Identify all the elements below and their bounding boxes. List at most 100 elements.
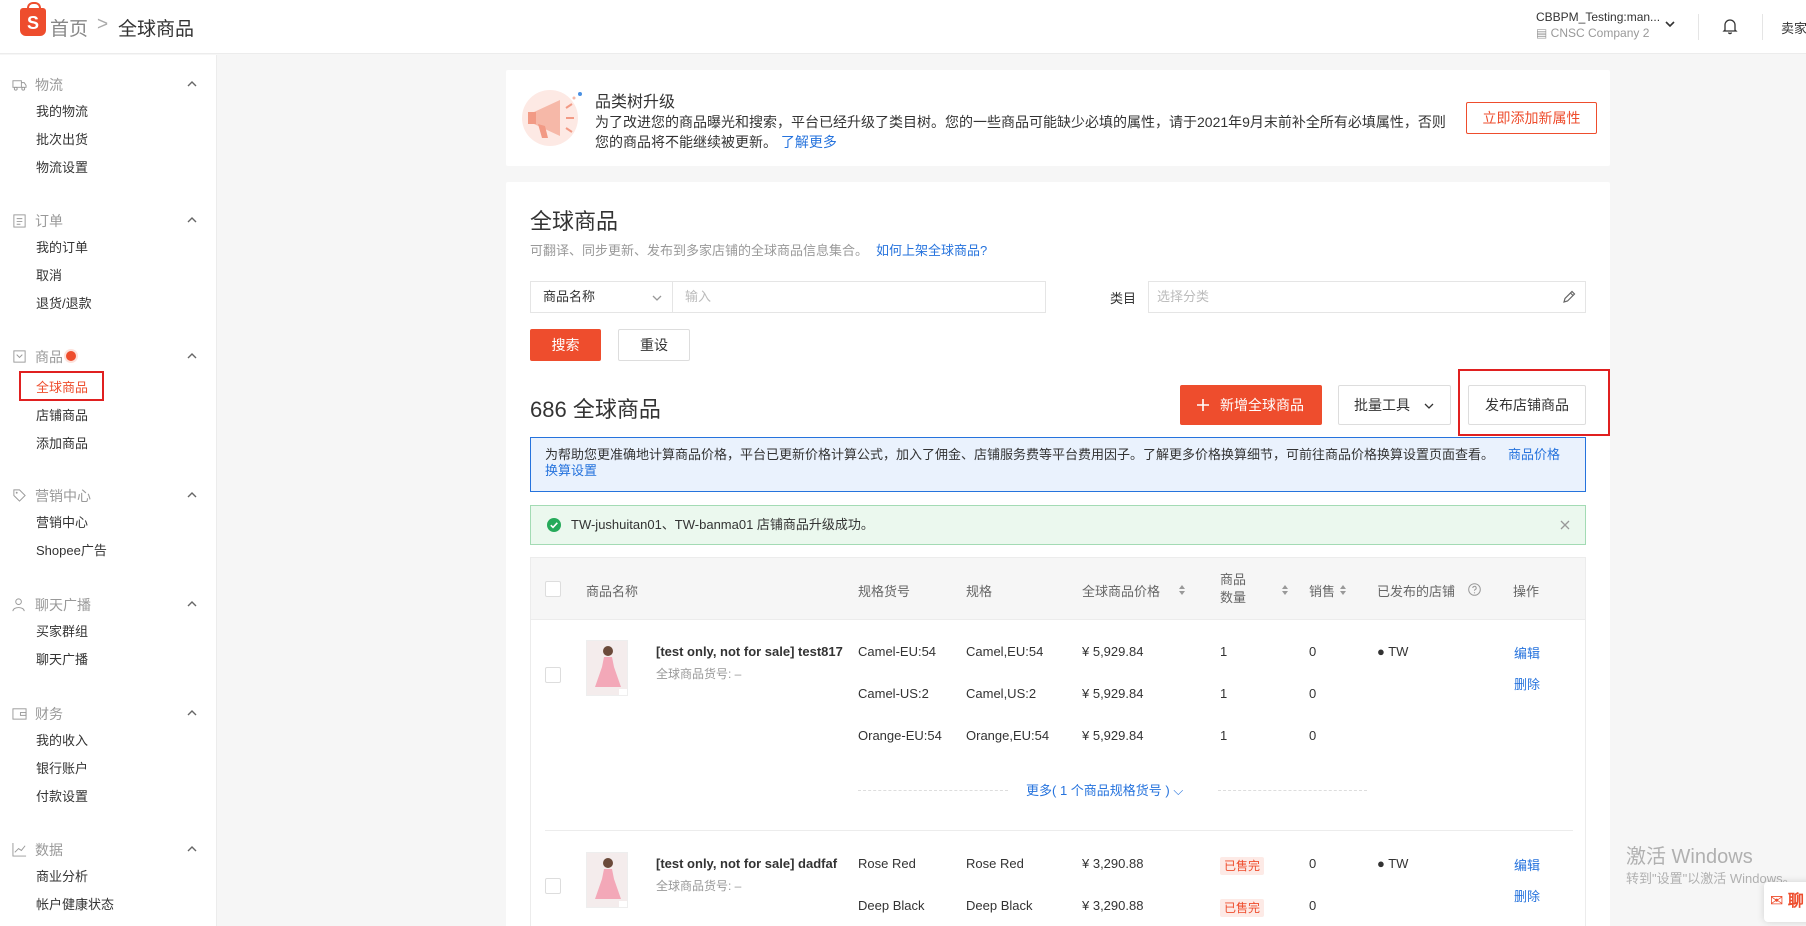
sidebar-item-shop-products[interactable]: 店铺商品: [36, 405, 88, 424]
col-sales[interactable]: 销售: [1309, 581, 1335, 600]
bell-icon[interactable]: [1720, 16, 1740, 36]
chevron-up-icon[interactable]: [186, 598, 198, 610]
breadcrumb-separator: >: [97, 14, 109, 35]
category-picker[interactable]: 选择分类: [1148, 281, 1586, 313]
seller-menu[interactable]: 卖家: [1781, 18, 1806, 37]
chevron-up-icon[interactable]: [186, 78, 198, 90]
add-attributes-button[interactable]: 立即添加新属性: [1466, 102, 1597, 134]
edit-link[interactable]: 编辑: [1514, 643, 1540, 662]
product-name[interactable]: [test only, not for sale] dadfaf: [656, 856, 837, 871]
account-switcher[interactable]: CBBPM_Testing:man... ▤ CNSC Company 2: [1536, 10, 1666, 40]
reset-button[interactable]: 重设: [618, 329, 690, 361]
col-published-shops: 已发布的店铺: [1377, 584, 1456, 599]
product-thumbnail[interactable]: [586, 852, 628, 908]
chevron-up-icon[interactable]: [186, 214, 198, 226]
publish-button-highlight: [1458, 369, 1610, 436]
sidebar-section-header[interactable]: 营销中心: [0, 483, 216, 507]
sidebar-item-buyer-groups[interactable]: 买家群组: [36, 621, 88, 640]
row-checkbox[interactable]: [545, 667, 561, 683]
sidebar-item-returns[interactable]: 退货/退款: [36, 293, 92, 312]
delete-link[interactable]: 删除: [1514, 674, 1540, 693]
search-button[interactable]: 搜索: [530, 329, 601, 361]
clipboard-icon: [13, 214, 26, 228]
show-more-variants-link[interactable]: 更多( 1 个商品规格货号 ) ⌵: [1026, 780, 1183, 799]
chevron-up-icon[interactable]: [186, 350, 198, 362]
sidebar-section-header[interactable]: 商品: [0, 344, 216, 368]
sort-icon[interactable]: [1339, 584, 1347, 596]
windows-activation-title: 激活 Windows: [1626, 846, 1753, 868]
search-field-select[interactable]: 商品名称: [530, 281, 672, 313]
sidebar-item-my-income[interactable]: 我的收入: [36, 730, 88, 749]
chevron-up-icon[interactable]: [186, 489, 198, 501]
sidebar-section-finance: 财务 我的收入 银行账户 付款设置: [0, 701, 216, 804]
bullet-icon: ●: [1377, 644, 1389, 659]
product-name[interactable]: [test only, not for sale] test817: [656, 644, 843, 659]
sidebar-section-header[interactable]: 物流: [0, 72, 216, 96]
sidebar-item-my-orders[interactable]: 我的订单: [36, 237, 88, 256]
sidebar-item-logistics-settings[interactable]: 物流设置: [36, 157, 88, 176]
variant-quantity: 1: [1220, 644, 1228, 659]
page-description: 可翻译、同步更新、发布到多家店铺的全球商品信息集合。 如何上架全球商品?: [530, 243, 988, 258]
sidebar-section-header[interactable]: 财务: [0, 701, 216, 725]
delete-link[interactable]: 删除: [1514, 886, 1540, 905]
published-shop: ● TW: [1377, 856, 1409, 871]
chevron-up-icon[interactable]: [186, 843, 198, 855]
upgrade-success-notice: TW-jushuitan01、TW-banma01 店铺商品升级成功。: [530, 505, 1586, 545]
col-price[interactable]: 全球商品价格: [1082, 581, 1160, 600]
sidebar-section-title: 订单: [35, 213, 63, 229]
sort-icon[interactable]: [1281, 584, 1289, 596]
col-quantity[interactable]: 商品数量: [1220, 571, 1254, 607]
sidebar-item-my-logistics[interactable]: 我的物流: [36, 101, 88, 120]
plus-icon: [1197, 399, 1209, 411]
divider-dashed: [858, 790, 1008, 791]
variant-sales: 0: [1309, 644, 1317, 659]
dress-image: [587, 641, 627, 695]
global-products-panel: 全球商品 可翻译、同步更新、发布到多家店铺的全球商品信息集合。 如何上架全球商品?…: [506, 182, 1610, 926]
sidebar-item-batch-ship[interactable]: 批次出货: [36, 129, 88, 148]
pencil-icon[interactable]: [1561, 289, 1577, 305]
edit-link[interactable]: 编辑: [1514, 855, 1540, 874]
variant-sku: Rose Red: [858, 856, 916, 871]
variant-variation: Deep Black: [966, 898, 1033, 913]
close-icon[interactable]: [1559, 519, 1571, 531]
search-input[interactable]: 输入: [672, 281, 1046, 313]
learn-more-link[interactable]: 了解更多: [781, 134, 837, 150]
sidebar-section-header[interactable]: 订单: [0, 208, 216, 232]
breadcrumb-current: 全球商品: [118, 19, 195, 40]
question-circle-icon[interactable]: [1468, 583, 1481, 596]
sidebar-item-account-health[interactable]: 帐户健康状态: [36, 894, 114, 913]
variant-variation: Rose Red: [966, 856, 1024, 871]
sidebar-section-header[interactable]: 聊天广播: [0, 592, 216, 616]
sold-out-badge: 已售完: [1220, 899, 1265, 917]
select-all-checkbox[interactable]: [545, 581, 561, 597]
breadcrumb-home[interactable]: 首页: [50, 14, 88, 41]
chat-icon: ✉: [1770, 893, 1788, 910]
bulk-tools-button[interactable]: 批量工具: [1338, 385, 1451, 425]
sidebar-item-bank-account[interactable]: 银行账户: [36, 758, 88, 777]
sidebar-item-add-product[interactable]: 添加商品: [36, 433, 88, 452]
how-to-list-link[interactable]: 如何上架全球商品?: [876, 243, 987, 258]
sidebar-item-marketing-center[interactable]: 营销中心: [36, 512, 88, 531]
sidebar-section-title: 聊天广播: [35, 597, 91, 613]
dress-image: [587, 853, 627, 907]
sidebar-item-payment-settings[interactable]: 付款设置: [36, 786, 88, 805]
sidebar-item-shopee-ads[interactable]: Shopee广告: [36, 540, 107, 559]
sold-out-badge: 已售完: [1220, 857, 1265, 875]
sort-icon[interactable]: [1178, 584, 1186, 596]
shopee-logo[interactable]: S: [20, 2, 46, 36]
sidebar-section-header[interactable]: 数据: [0, 837, 216, 861]
product-count-title: 686 全球商品: [530, 397, 661, 422]
sidebar-item-cancellations[interactable]: 取消: [36, 265, 62, 284]
sidebar-item-business-insights[interactable]: 商业分析: [36, 866, 88, 885]
sidebar-item-chat-broadcast[interactable]: 聊天广播: [36, 649, 88, 668]
add-global-product-button[interactable]: 新增全球商品: [1180, 385, 1322, 425]
row-checkbox[interactable]: [545, 878, 561, 894]
sidebar-section-products: 商品 全球商品 店铺商品 添加商品: [0, 344, 216, 451]
chevron-up-icon[interactable]: [186, 707, 198, 719]
chevron-down-icon: ⌵: [1173, 783, 1184, 798]
variant-price: ¥ 5,929.84: [1082, 728, 1144, 743]
chat-widget[interactable]: ✉ 聊: [1764, 882, 1806, 922]
chevron-down-icon[interactable]: [1664, 18, 1676, 30]
product-thumbnail[interactable]: [586, 640, 628, 696]
sidebar-item-global-products[interactable]: 全球商品: [36, 377, 88, 396]
